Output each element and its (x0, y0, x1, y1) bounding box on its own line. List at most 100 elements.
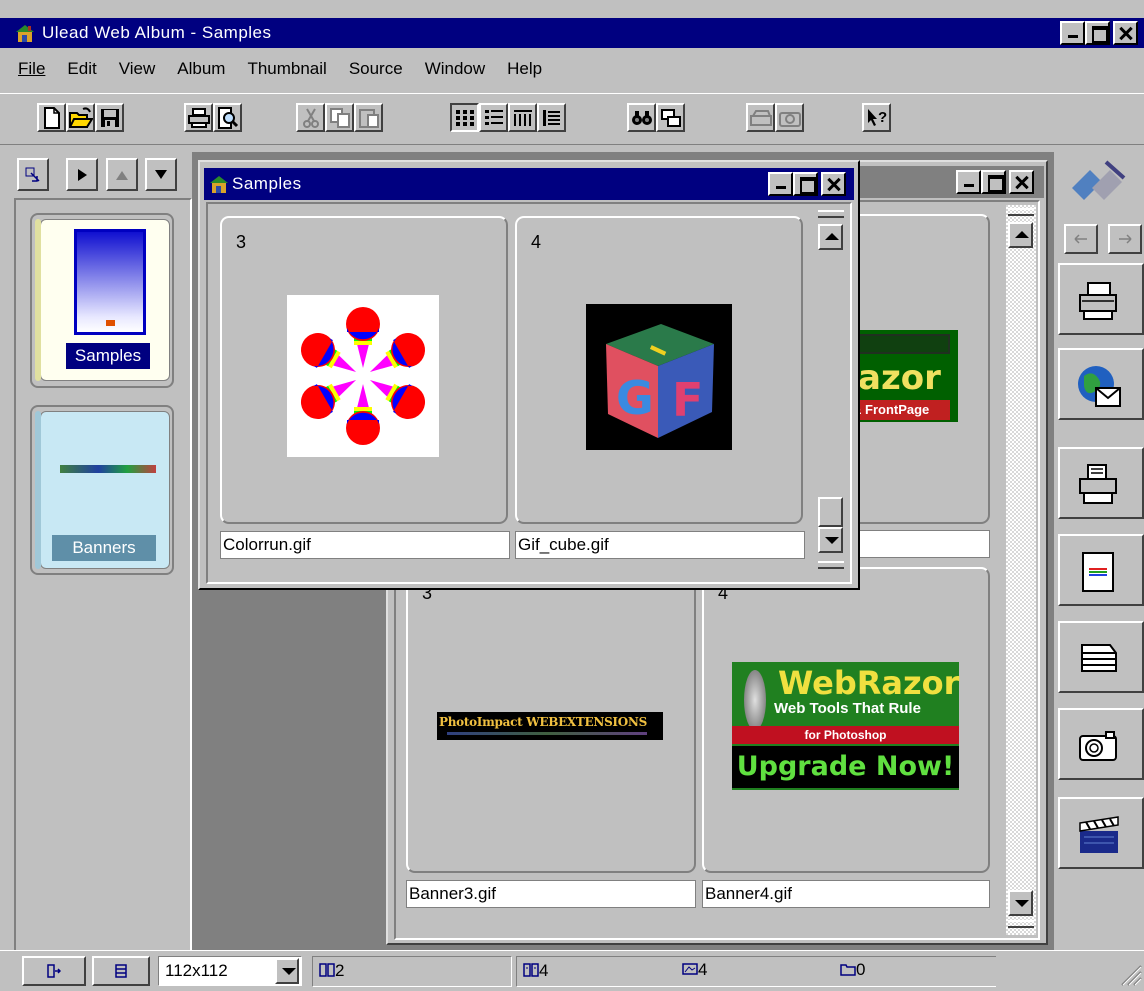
samples-maximize-button[interactable] (793, 172, 818, 196)
panel-forward-button[interactable] (1108, 224, 1142, 254)
folder-count-icon (840, 964, 856, 976)
menu-file[interactable]: File (18, 59, 45, 79)
partial-banner-title: azor (858, 358, 941, 398)
camera-button[interactable] (775, 103, 804, 132)
cut-button[interactable] (296, 103, 325, 132)
tools-icon (1072, 160, 1126, 200)
album-label-samples: Samples (66, 343, 150, 369)
close-button[interactable] (1113, 21, 1138, 45)
banners-close-button[interactable] (1009, 170, 1034, 194)
svg-text:?: ? (878, 109, 887, 126)
status-properties-button[interactable] (92, 956, 150, 986)
help-icon: ? (867, 108, 887, 126)
output-print-button[interactable] (1058, 263, 1144, 335)
duplicate-button[interactable] (656, 103, 685, 132)
size-grip[interactable] (1116, 962, 1142, 986)
print-button[interactable] (184, 103, 213, 132)
samples-scroll-grip-bottom (818, 561, 844, 569)
fax-printer-icon (1079, 464, 1117, 504)
album-up-button[interactable] (106, 158, 138, 191)
samples-window-icon[interactable] (208, 173, 230, 195)
camera-icon (778, 111, 801, 127)
app-icon[interactable] (14, 22, 36, 44)
tools-button[interactable] (1062, 158, 1144, 208)
image-count-icon (682, 963, 698, 975)
large-icons-view-button[interactable] (450, 103, 479, 132)
menu-view[interactable]: View (119, 59, 156, 79)
large-icons-view-icon (455, 109, 474, 126)
album-down-button[interactable] (145, 158, 177, 191)
filename-banner4[interactable]: Banner4.gif (702, 880, 990, 908)
album-item-samples[interactable]: Samples (30, 213, 174, 388)
new-icon (43, 106, 60, 129)
banners-maximize-button[interactable] (981, 170, 1006, 194)
samples-scroll-grip-top (818, 210, 844, 218)
open-button[interactable] (66, 103, 95, 132)
thumbnail-image-colorrun (287, 295, 439, 457)
thumb-size-select[interactable]: 112x112 (158, 956, 302, 986)
banners-scroll-down-button[interactable] (1008, 890, 1033, 916)
output-camera-button[interactable] (1058, 708, 1144, 780)
thumb-size-value: 112x112 (165, 961, 228, 980)
album-play-button[interactable] (66, 158, 98, 191)
menu-help[interactable]: Help (507, 59, 542, 79)
panel-back-button[interactable] (1064, 224, 1098, 254)
banner4-line2: Web Tools That Rule (774, 700, 921, 717)
banners-scrollbar[interactable] (1006, 205, 1036, 935)
down-icon (155, 169, 167, 179)
album-select-button[interactable] (17, 158, 49, 191)
maximize-button[interactable] (1085, 21, 1110, 45)
thumbnail-number-gif-cube: 4 (531, 232, 542, 252)
banners-scroll-up-button[interactable] (1008, 222, 1033, 248)
output-fax-button[interactable] (1058, 447, 1144, 519)
main-title-bar[interactable]: Ulead Web Album - Samples (0, 18, 1144, 48)
details-view-button[interactable] (479, 103, 508, 132)
samples-title-bar[interactable]: Samples (204, 168, 854, 200)
printer-icon (1079, 282, 1117, 320)
menu-window[interactable]: Window (425, 59, 485, 79)
status-albums-count: 2 (335, 961, 345, 980)
print-preview-button[interactable] (213, 103, 242, 132)
paste-button[interactable] (354, 103, 383, 132)
status-folders: 0 (840, 956, 865, 986)
new-button[interactable] (37, 103, 66, 132)
filename-banner3[interactable]: Banner3.gif (406, 880, 696, 908)
samples-scroll-thumb[interactable] (818, 497, 843, 527)
samples-minimize-button[interactable] (768, 172, 793, 196)
samples-close-button[interactable] (821, 172, 846, 196)
output-slideshow-button[interactable] (1058, 797, 1144, 869)
thumbnail-image-gif-cube: I G F (586, 304, 732, 450)
context-help-button[interactable]: ? (862, 103, 891, 132)
samples-window-title: Samples (232, 174, 302, 193)
back-icon (1074, 234, 1087, 244)
banners-minimize-button[interactable] (956, 170, 981, 194)
samples-scroll-up-button[interactable] (818, 224, 843, 250)
small-icons-view-button[interactable] (508, 103, 537, 132)
import-icon (47, 964, 61, 978)
status-import-button[interactable] (22, 956, 86, 986)
menu-source[interactable]: Source (349, 59, 403, 79)
thumbnail-image-banner3: PhotoImpact WEBEXTENSIONS (437, 712, 663, 740)
banner4-line1: WebRazor (778, 664, 960, 702)
menu-edit[interactable]: Edit (67, 59, 96, 79)
copy-button[interactable] (325, 103, 354, 132)
menu-thumbnail[interactable]: Thumbnail (247, 59, 326, 79)
output-scanner-button[interactable] (1058, 621, 1144, 693)
samples-scroll-down-button[interactable] (818, 527, 843, 553)
thumb-size-dropdown-button[interactable] (275, 958, 299, 984)
up-icon (116, 170, 128, 180)
save-button[interactable] (95, 103, 124, 132)
output-webpage-button[interactable] (1058, 534, 1144, 606)
status-albums: 2 (312, 956, 512, 987)
minimize-button[interactable] (1060, 21, 1085, 45)
filename-gif-cube[interactable]: Gif_cube.gif (515, 531, 805, 559)
output-email-button[interactable] (1058, 348, 1144, 420)
paste-icon (358, 108, 379, 128)
filename-colorrun[interactable]: Colorrun.gif (220, 531, 510, 559)
list-view-button[interactable] (537, 103, 566, 132)
menu-album[interactable]: Album (177, 59, 225, 79)
find-button[interactable] (627, 103, 656, 132)
print-preview-icon (217, 106, 238, 129)
scanner-button[interactable] (746, 103, 775, 132)
album-item-banners[interactable]: Banners (30, 405, 174, 575)
